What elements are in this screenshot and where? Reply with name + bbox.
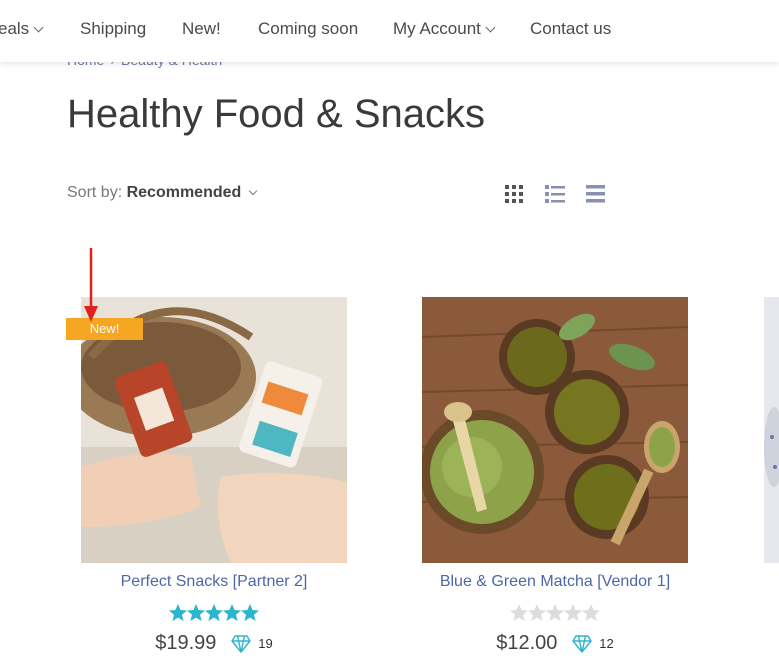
sort-label: Sort by: bbox=[67, 184, 123, 201]
nav-item-label: Shipping bbox=[80, 19, 147, 38]
nav-item-contact-us[interactable]: Contact us bbox=[530, 19, 611, 39]
nav-item-my-account[interactable]: My Account bbox=[393, 19, 496, 39]
compact-list-view-button[interactable] bbox=[586, 184, 606, 204]
product-name-link[interactable]: Perfect Snacks [Partner 2] bbox=[81, 573, 347, 591]
nav-item-coming-soon[interactable]: Coming soon bbox=[258, 19, 358, 39]
diamond-icon bbox=[231, 634, 251, 653]
chevron-down-icon bbox=[33, 22, 44, 33]
page-title: Healthy Food & Snacks bbox=[67, 92, 485, 136]
diamond-icon bbox=[572, 634, 592, 653]
product-image-partial[interactable] bbox=[764, 297, 779, 563]
top-navigation: eals Shipping New! Coming soon My Accoun… bbox=[0, 0, 779, 62]
rating-stars bbox=[81, 604, 347, 624]
product-card: Perfect Snacks [Partner 2] $19.99 19 bbox=[81, 297, 347, 655]
nav-item-label: My Account bbox=[393, 19, 481, 38]
price-row: $12.00 12 bbox=[422, 632, 688, 655]
chevron-down-icon bbox=[249, 186, 258, 196]
sort-dropdown[interactable]: Sort by: Recommended bbox=[67, 184, 258, 202]
grid-view-button[interactable] bbox=[505, 184, 525, 204]
list-icon bbox=[545, 185, 565, 203]
nav-item-label: eals bbox=[0, 19, 30, 38]
product-name-link[interactable]: Blue & Green Matcha [Vendor 1] bbox=[422, 573, 688, 591]
price-row: $19.99 19 bbox=[81, 632, 347, 655]
nav-item-label: New! bbox=[182, 19, 221, 38]
annotation-arrow-icon bbox=[84, 248, 98, 322]
product-card: Blue & Green Matcha [Vendor 1] $12.00 12 bbox=[422, 297, 688, 655]
reward-points: 12 bbox=[599, 636, 614, 651]
product-image[interactable] bbox=[422, 297, 688, 563]
chevron-down-icon bbox=[485, 22, 496, 33]
product-price: $19.99 bbox=[155, 632, 217, 654]
nav-item-deals[interactable]: eals bbox=[0, 19, 44, 39]
nav-item-label: Coming soon bbox=[258, 19, 359, 38]
product-price: $12.00 bbox=[496, 632, 558, 654]
grid-icon bbox=[505, 185, 523, 203]
reward-points: 19 bbox=[258, 636, 273, 651]
rows-icon bbox=[586, 185, 605, 203]
rating-stars bbox=[422, 604, 688, 624]
nav-item-shipping[interactable]: Shipping bbox=[80, 19, 146, 39]
sort-value: Recommended bbox=[126, 184, 242, 201]
nav-item-new[interactable]: New! bbox=[182, 19, 221, 39]
nav-item-label: Contact us bbox=[530, 19, 612, 38]
list-view-button[interactable] bbox=[545, 184, 565, 204]
